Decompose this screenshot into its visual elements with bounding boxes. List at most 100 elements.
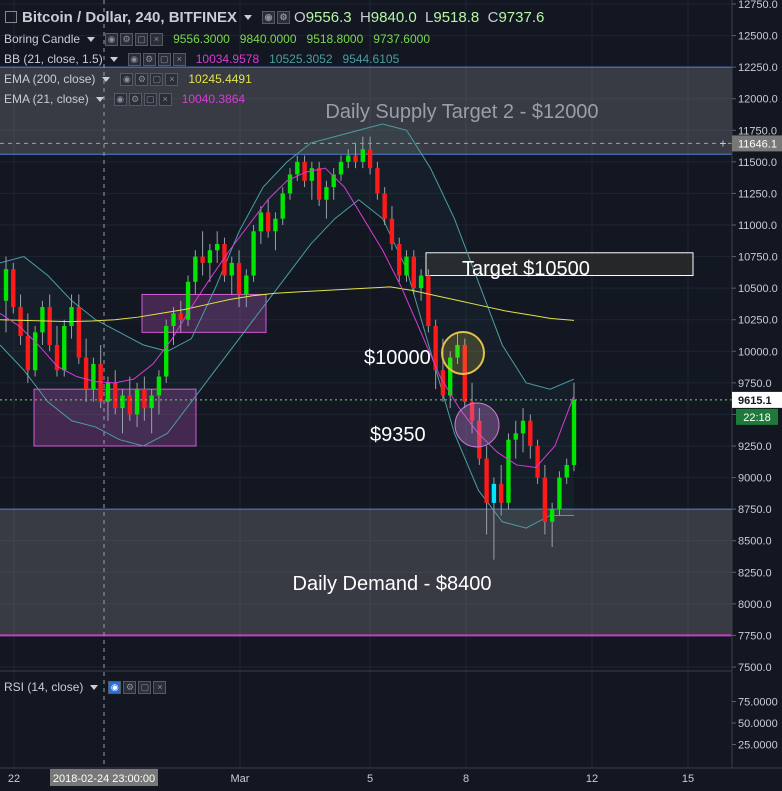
candle-body [105,382,111,402]
legend-candle-dropdown-icon[interactable] [87,36,96,42]
visibility-icon[interactable]: ◉ [120,72,134,86]
candle-body [418,275,424,289]
time-tick-label: Mar [231,773,250,785]
legend-bb-dropdown-icon[interactable] [109,56,118,62]
settings-icon[interactable]: ⚙ [277,11,291,24]
candle-body [200,256,205,263]
candle-body [142,389,147,409]
price-tick-label: 9750.0 [738,378,772,390]
legend-ema21-dropdown-icon[interactable] [95,96,104,102]
candle[interactable] [164,319,169,383]
candle[interactable] [251,225,256,282]
legend-candle-close: 9737.6000 [373,32,430,46]
candle[interactable] [11,262,16,314]
candle-body [98,363,103,402]
candle-body [156,376,162,396]
legend-rsi-name[interactable]: RSI (14, close) [4,680,83,694]
candle-body [316,168,322,200]
settings-icon[interactable]: ⚙ [142,52,156,66]
candle[interactable] [32,326,38,377]
candle-body [3,269,9,301]
candle-body [426,275,431,327]
more-icon[interactable]: ▢ [157,52,171,66]
candle[interactable] [535,439,540,484]
candle-body [397,243,402,276]
candle[interactable] [426,269,431,333]
price-tick-label: 11250.0 [738,188,777,200]
visibility-icon[interactable]: ◉ [105,32,119,46]
more-icon[interactable]: ▢ [138,680,152,694]
visibility-icon[interactable]: ◉ [108,680,122,694]
price-tick-label: 11500.0 [738,157,777,169]
legend-candle-high: 9840.0000 [239,32,297,46]
candle-body [280,193,285,219]
close-icon[interactable]: × [165,72,179,86]
price-tick-label: 12500.0 [738,31,778,43]
price-tick-label: 10250.0 [738,315,778,327]
visibility-icon[interactable]: ◉ [262,11,276,24]
more-icon[interactable]: ▢ [143,92,157,106]
close-icon[interactable]: × [153,680,167,694]
close-icon[interactable]: × [158,92,172,106]
candle-body [69,307,74,327]
symbol-dropdown-icon[interactable] [244,15,253,20]
price-9350-label: $9350 [370,424,426,446]
visibility-icon[interactable]: ◉ [127,52,141,66]
candle-body [353,155,358,162]
high-label: H [359,9,371,26]
candle-body [491,483,497,503]
candle-body [207,250,213,263]
more-icon[interactable]: ▢ [150,72,164,86]
price-chart[interactable]: Daily Supply Target 2 - $12000 Target $10… [0,0,782,786]
candle[interactable] [411,250,416,295]
time-tick-label: 8 [463,773,469,785]
high-value: 9840.0 [370,9,417,26]
price-tick-label: 12250.0 [738,62,778,74]
candle-body [113,382,118,409]
candle-body [244,275,249,295]
price-tick-label: 7500.0 [738,662,772,674]
legend-ema21-buttons: ◉ ⚙ ▢ × [113,92,172,106]
candle[interactable] [397,237,402,282]
more-icon[interactable]: ▢ [135,32,149,46]
candle-body [520,420,526,434]
visibility-icon[interactable]: ◉ [113,92,127,106]
close-icon[interactable]: × [172,52,186,66]
candle[interactable] [62,319,67,377]
chart-stage[interactable]: Daily Supply Target 2 - $12000 Target $10… [0,0,782,786]
candle-body [542,477,548,522]
legend-ema200-dropdown-icon[interactable] [102,76,111,82]
candle-body [557,477,562,510]
time-tick-label: 5 [367,773,373,785]
countdown-label: 22:18 [743,412,771,424]
candle[interactable] [506,433,511,510]
settings-icon[interactable]: ⚙ [135,72,149,86]
candle-body [120,395,125,409]
candle-body [185,281,191,320]
candle-body [62,326,67,371]
candle-body [302,161,307,181]
price-tick-label: 12750.0 [738,0,778,11]
legend-rsi-dropdown-icon[interactable] [90,684,99,690]
price-tick-label: 12000.0 [738,94,778,106]
settings-icon[interactable]: ⚙ [128,92,142,106]
settings-icon[interactable]: ⚙ [120,32,134,46]
rsi-tick-label: 50.0000 [738,718,778,730]
legend-ema21-name[interactable]: EMA (21, close) [4,92,89,106]
crosshair-plus-icon[interactable]: + [719,136,726,150]
legend-boring-candle: Boring Candle ◉ ⚙ ▢ × 9556.3000 9840.0000 9… [4,32,430,46]
legend-ema200-buttons: ◉ ⚙ ▢ × [120,72,179,86]
collapse-legend-icon[interactable] [5,11,17,23]
legend-candle-name[interactable]: Boring Candle [4,32,80,46]
supply-label: Daily Supply Target 2 - $12000 [325,101,598,123]
candle[interactable] [316,161,322,207]
legend-ema200-name[interactable]: EMA (200, close) [4,72,95,86]
legend-bb-name[interactable]: BB (21, close, 1.5) [4,52,103,66]
candle[interactable] [185,275,191,327]
symbol-title[interactable]: Bitcoin / Dollar, 240, BITFINEX [22,9,237,26]
settings-icon[interactable]: ⚙ [123,680,137,694]
cursor-price-label: 11646.1 [738,138,777,150]
close-icon[interactable]: × [150,32,164,46]
close-label: C [487,9,499,26]
candle[interactable] [557,471,562,516]
